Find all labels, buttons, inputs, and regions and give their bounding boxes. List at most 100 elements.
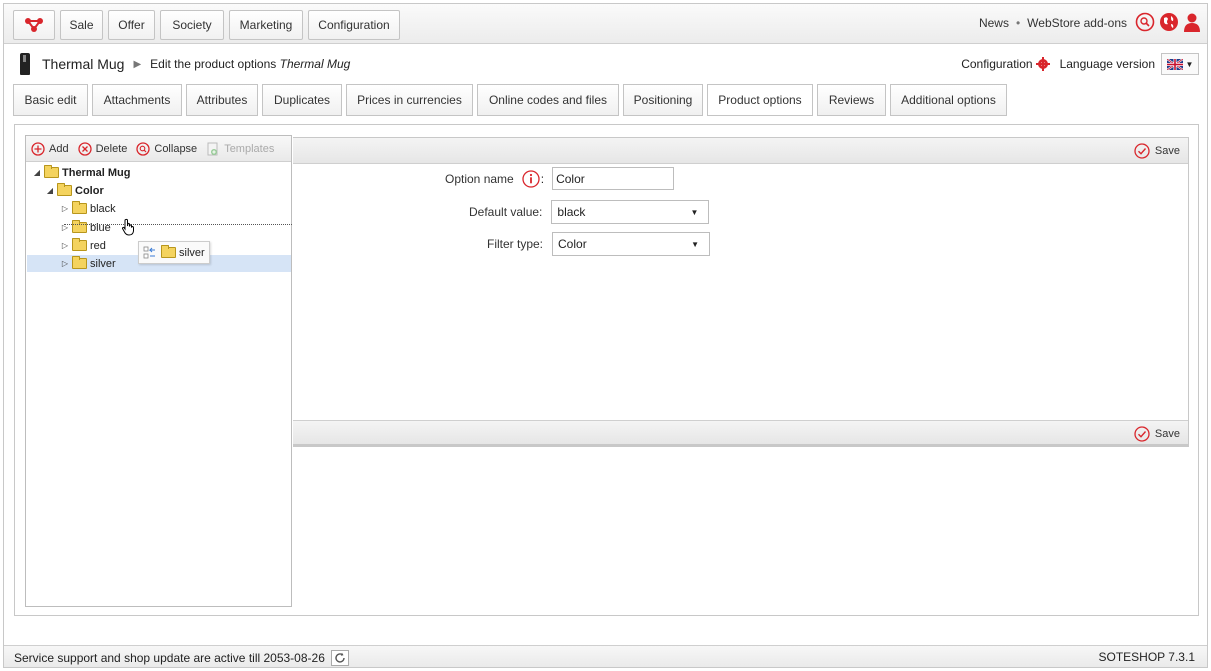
default-value-row: Default value: black ▼ bbox=[469, 200, 710, 224]
language-select[interactable]: ▼ bbox=[1161, 53, 1199, 75]
tab-online-codes-and-files[interactable]: Online codes and files bbox=[477, 84, 619, 116]
breadcrumb-product[interactable]: Thermal Mug bbox=[42, 56, 124, 72]
configuration-link[interactable]: Configuration bbox=[961, 57, 1032, 71]
support-status-text: Service support and shop update are acti… bbox=[14, 651, 325, 665]
product-thumbnail bbox=[20, 53, 30, 75]
collapsed-arrow-icon[interactable]: ▷ bbox=[60, 259, 70, 268]
refresh-icon bbox=[335, 652, 345, 663]
default-value-select[interactable]: black ▼ bbox=[551, 200, 710, 224]
nav-marketing[interactable]: Marketing bbox=[229, 10, 303, 40]
collapsed-arrow-icon[interactable]: ▷ bbox=[60, 204, 70, 213]
tree-group-node[interactable]: ◢ Color bbox=[45, 182, 104, 199]
gear-icon[interactable] bbox=[1035, 57, 1050, 71]
nav-sale[interactable]: Sale bbox=[60, 10, 103, 40]
tree-root-node[interactable]: ◢ Thermal Mug bbox=[32, 164, 130, 181]
tree-item-black[interactable]: ▷ black bbox=[60, 200, 116, 217]
expanded-arrow-icon[interactable]: ◢ bbox=[45, 186, 55, 195]
breadcrumb-action-target: Thermal Mug bbox=[279, 57, 351, 71]
option-name-label: Option name bbox=[445, 171, 514, 186]
add-button[interactable]: Add bbox=[31, 141, 69, 156]
breadcrumb-action: Edit the product options Thermal Mug bbox=[150, 57, 351, 71]
tree-item-blue[interactable]: ▷ blue bbox=[60, 219, 111, 236]
folder-icon bbox=[72, 256, 87, 269]
nav-offer[interactable]: Offer bbox=[108, 10, 155, 40]
chevron-down-icon: ▼ bbox=[691, 239, 700, 249]
templates-button[interactable]: Templates bbox=[206, 142, 274, 156]
tab-basic-edit[interactable]: Basic edit bbox=[13, 84, 88, 116]
logo-icon bbox=[25, 18, 43, 32]
tab-prices-in-currencies[interactable]: Prices in currencies bbox=[346, 84, 473, 116]
news-link[interactable]: News bbox=[979, 16, 1009, 30]
info-icon[interactable] bbox=[522, 169, 540, 188]
user-icon[interactable] bbox=[1183, 12, 1201, 32]
check-circle-icon bbox=[1134, 426, 1150, 442]
tab-additional-options[interactable]: Additional options bbox=[890, 84, 1007, 116]
expanded-arrow-icon[interactable]: ◢ bbox=[32, 168, 42, 177]
tab-duplicates[interactable]: Duplicates bbox=[262, 84, 342, 116]
nav-configuration[interactable]: Configuration bbox=[308, 10, 400, 40]
chevron-down-icon: ▼ bbox=[1185, 59, 1194, 69]
tab-product-options[interactable]: Product options bbox=[707, 84, 813, 116]
option-name-row: Option name : Color bbox=[445, 167, 675, 190]
content-area: Add Delete Collapse Templates ◢ Thermal … bbox=[14, 124, 1199, 616]
support-status: Service support and shop update are acti… bbox=[14, 650, 349, 666]
folder-icon bbox=[72, 201, 87, 214]
collapse-icon bbox=[136, 141, 151, 156]
status-bar: Service support and shop update are acti… bbox=[4, 645, 1207, 667]
save-button-top[interactable]: Save bbox=[1134, 143, 1180, 159]
tab-attachments[interactable]: Attachments bbox=[92, 84, 182, 116]
tree-toolbar: Add Delete Collapse Templates bbox=[26, 136, 291, 162]
top-links: News • WebStore add-ons bbox=[979, 16, 1127, 30]
filter-type-select[interactable]: Color ▼ bbox=[552, 232, 711, 256]
collapsed-arrow-icon[interactable]: ▷ bbox=[60, 241, 70, 250]
link-separator: • bbox=[1015, 16, 1021, 30]
delete-button[interactable]: Delete bbox=[77, 141, 127, 156]
tab-reviews[interactable]: Reviews bbox=[817, 84, 886, 116]
option-name-input[interactable]: Color bbox=[552, 167, 675, 190]
uk-flag-icon bbox=[1166, 58, 1183, 70]
breadcrumb: Thermal Mug ▶ Edit the product options T… bbox=[42, 56, 350, 72]
delete-icon bbox=[77, 141, 92, 156]
tab-positioning[interactable]: Positioning bbox=[623, 84, 703, 116]
drag-ghost: silver bbox=[138, 241, 210, 264]
globe-icon[interactable] bbox=[1159, 12, 1179, 32]
tree-item-label: red bbox=[90, 239, 106, 252]
default-value-selected: black bbox=[557, 205, 586, 219]
edit-toolbar-top: Save bbox=[293, 138, 1188, 164]
option-name-colon: : bbox=[540, 171, 545, 186]
page-header: Thermal Mug ▶ Edit the product options T… bbox=[4, 45, 1207, 83]
nav-society[interactable]: Society bbox=[160, 10, 224, 40]
folder-open-icon bbox=[44, 165, 59, 178]
version-label: SOTESHOP 7.3.1 bbox=[1098, 650, 1196, 664]
options-tree-panel: Add Delete Collapse Templates ◢ Thermal … bbox=[25, 135, 292, 607]
filter-type-row: Filter type: Color ▼ bbox=[487, 232, 711, 256]
tree-item-red[interactable]: ▷ red bbox=[60, 237, 106, 254]
edit-toolbar-bottom: Save bbox=[293, 420, 1188, 446]
tab-attributes[interactable]: Attributes bbox=[186, 84, 258, 116]
folder-icon bbox=[161, 245, 176, 258]
move-icon bbox=[143, 246, 155, 258]
add-icon bbox=[31, 141, 45, 156]
templates-icon bbox=[207, 142, 218, 155]
home-logo-button[interactable] bbox=[13, 10, 55, 40]
top-navigation: Sale Offer Society Marketing Configurati… bbox=[4, 4, 1207, 44]
tree-group-label: Color bbox=[75, 184, 104, 197]
breadcrumb-arrow-icon: ▶ bbox=[133, 58, 142, 70]
drag-ghost-label: silver bbox=[179, 246, 205, 259]
top-icons bbox=[1135, 12, 1201, 32]
hand-cursor-icon bbox=[121, 218, 134, 236]
folder-icon bbox=[72, 238, 87, 251]
filter-type-label: Filter type: bbox=[487, 237, 544, 251]
refresh-button[interactable] bbox=[330, 650, 349, 666]
header-right: Configuration Language version ▼ bbox=[961, 53, 1199, 75]
webstore-addons-link[interactable]: WebStore add-ons bbox=[1027, 16, 1127, 30]
filter-type-selected: Color bbox=[558, 237, 587, 251]
collapse-button[interactable]: Collapse bbox=[136, 141, 197, 156]
app-window: Sale Offer Society Marketing Configurati… bbox=[3, 3, 1208, 668]
default-value-label: Default value: bbox=[469, 205, 543, 219]
drop-indicator-line bbox=[64, 224, 292, 225]
check-circle-icon bbox=[1134, 143, 1150, 159]
save-button-bottom[interactable]: Save bbox=[1134, 426, 1180, 442]
search-icon[interactable] bbox=[1135, 12, 1155, 32]
option-edit-panel: Save Option name : Color Default value: … bbox=[293, 137, 1189, 447]
